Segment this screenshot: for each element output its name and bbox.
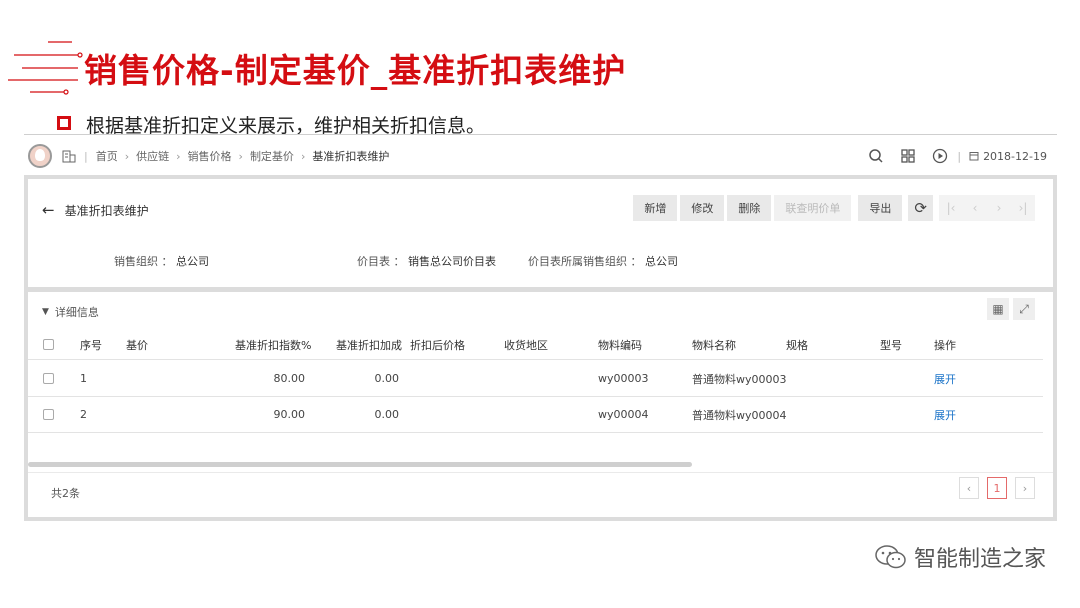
table-header: 序号 基价 基准折扣指数% 基准折扣加成 折扣后价格 收货地区 物料编码 物料名… <box>28 330 1043 360</box>
col-action[interactable]: 操作 <box>934 330 956 359</box>
detail-tools: ▦ ⤢ <box>987 298 1035 320</box>
info-price-list: 价目表 ： 销售总公司价目表 <box>357 253 496 269</box>
prev-page-button[interactable]: ‹ <box>959 477 979 499</box>
price-list-org-label: 价目表所属销售组织 <box>528 255 627 268</box>
breadcrumb-base-price[interactable]: 制定基价 <box>250 148 294 164</box>
row-checkbox[interactable] <box>43 373 54 384</box>
last-record-icon[interactable]: ›| <box>1011 195 1035 221</box>
date-display[interactable]: 2018-12-19 <box>969 150 1047 163</box>
info-sales-org: 销售组织 ： 总公司 <box>114 253 209 269</box>
col-discount-index[interactable]: 基准折扣指数% <box>235 330 311 359</box>
col-region[interactable]: 收货地区 <box>504 330 548 359</box>
toolbar: 新增 修改 删除 联查明价单 导出 ⟳ |‹ ‹ › ›| <box>633 195 1035 221</box>
export-button[interactable]: 导出 <box>858 195 903 221</box>
cell-material-code: wy00003 <box>598 372 649 385</box>
search-icon[interactable] <box>867 147 885 165</box>
cell-discount-index: 80.00 <box>273 372 306 385</box>
next-page-button[interactable]: › <box>1015 477 1035 499</box>
building-icon[interactable] <box>62 149 76 163</box>
wechat-icon <box>875 545 906 569</box>
date-text: 2018-12-19 <box>983 149 1047 163</box>
cell-seq: 1 <box>80 372 87 385</box>
breadcrumb-supply-chain[interactable]: 供应链 <box>136 148 169 164</box>
divider <box>28 472 1053 473</box>
first-record-icon[interactable]: |‹ <box>939 195 963 221</box>
select-all-checkbox[interactable] <box>43 339 54 350</box>
price-list-separator: ： <box>393 255 405 268</box>
cell-seq: 2 <box>80 408 87 421</box>
total-count: 共2条 <box>51 487 80 500</box>
avatar[interactable] <box>28 144 52 168</box>
detail-section-toggle[interactable]: ▼ 详细信息 <box>42 304 99 320</box>
info-price-list-org: 价目表所属销售组织 ： 总公司 <box>528 253 678 269</box>
expand-link[interactable]: 展开 <box>934 397 956 432</box>
sales-org-value: 总公司 <box>176 255 209 268</box>
chevron-right-icon: › <box>124 149 130 163</box>
edit-button[interactable]: 修改 <box>680 195 725 221</box>
page-title: 基准折扣表维护 <box>64 203 149 218</box>
header-card: ← 基准折扣表维护 新增 修改 删除 联查明价单 导出 ⟳ |‹ ‹ › ›| … <box>28 179 1053 287</box>
next-record-icon[interactable]: › <box>987 195 1011 221</box>
delete-button[interactable]: 删除 <box>727 195 772 221</box>
caret-down-icon: ▼ <box>42 307 49 317</box>
fullscreen-icon[interactable]: ⤢ <box>1013 298 1035 320</box>
chevron-right-icon: › <box>300 149 306 163</box>
main-frame: ← 基准折扣表维护 新增 修改 删除 联查明价单 导出 ⟳ |‹ ‹ › ›| … <box>24 175 1057 521</box>
table-row[interactable]: 2 90.00 0.00 wy00004 普通物料wy00004 展开 <box>28 397 1043 433</box>
cell-material-name: 普通物料wy00004 <box>692 408 787 422</box>
col-price-after-discount[interactable]: 折扣后价格 <box>410 330 465 359</box>
cell-material-code: wy00004 <box>598 408 649 421</box>
calendar-icon <box>969 152 979 161</box>
price-list-label: 价目表 <box>357 255 390 268</box>
chevron-right-icon: › <box>238 149 243 163</box>
cell-discount-index: 90.00 <box>273 408 306 421</box>
col-discount-addon[interactable]: 基准折扣加成 <box>336 330 402 359</box>
col-material-code[interactable]: 物料编码 <box>598 330 642 359</box>
grid-view-icon[interactable]: ▦ <box>987 298 1009 320</box>
back-arrow-icon[interactable]: ← <box>42 201 55 219</box>
watermark-text: 智能制造之家 <box>913 547 1046 572</box>
refresh-icon[interactable]: ⟳ <box>908 195 933 221</box>
watermark: 智能制造之家 <box>874 541 1046 573</box>
table-row[interactable]: 1 80.00 0.00 wy00003 普通物料wy00003 展开 <box>28 361 1043 397</box>
col-base-price[interactable]: 基价 <box>126 330 148 359</box>
col-model[interactable]: 型号 <box>880 330 902 359</box>
horizontal-scrollbar[interactable] <box>28 462 692 467</box>
apps-grid-icon[interactable] <box>899 147 917 165</box>
slide-title: 销售价格-制定基价_基准折扣表维护 <box>84 51 627 90</box>
breadcrumb-home[interactable]: 首页 <box>96 148 118 164</box>
prev-record-icon[interactable]: ‹ <box>963 195 987 221</box>
record-navigator: |‹ ‹ › ›| <box>939 195 1035 221</box>
page-1-button[interactable]: 1 <box>987 477 1007 499</box>
row-checkbox[interactable] <box>43 409 54 420</box>
topbar-separator: | <box>84 149 88 163</box>
add-button[interactable]: 新增 <box>633 195 678 221</box>
price-list-value: 销售总公司价目表 <box>408 255 496 268</box>
col-seq[interactable]: 序号 <box>80 330 102 359</box>
sales-org-label: 销售组织 <box>114 255 158 268</box>
play-circle-icon[interactable] <box>931 147 949 165</box>
price-list-button[interactable]: 联查明价单 <box>774 195 852 221</box>
sales-org-separator: ： <box>161 255 173 268</box>
detail-card: ▼ 详细信息 ▦ ⤢ 序号 基价 基准折扣指数% 基准折扣加成 折扣后价格 收货… <box>28 292 1053 517</box>
chevron-right-icon: › <box>176 149 181 163</box>
topbar-separator: | <box>957 149 962 163</box>
price-list-org-value: 总公司 <box>645 255 678 268</box>
cell-discount-addon: 0.00 <box>374 408 400 421</box>
cell-discount-addon: 0.00 <box>374 372 400 385</box>
price-list-org-separator: ： <box>630 255 642 268</box>
app-topbar: | 首页 › 供应链 › 销售价格 › 制定基价 › 基准折扣表维护 | 201… <box>24 140 1057 172</box>
col-spec[interactable]: 规格 <box>786 330 808 359</box>
pagination: ‹ 1 › <box>959 477 1035 499</box>
bullet-square-icon <box>57 116 71 130</box>
breadcrumb-sales-price[interactable]: 销售价格 <box>188 148 232 164</box>
breadcrumb-current: 基准折扣表维护 <box>312 150 390 163</box>
col-material-name[interactable]: 物料名称 <box>692 330 736 359</box>
cell-material-name: 普通物料wy00003 <box>692 372 787 386</box>
divider <box>24 134 1057 135</box>
detail-section-title: 详细信息 <box>54 306 99 319</box>
expand-link[interactable]: 展开 <box>934 361 956 396</box>
